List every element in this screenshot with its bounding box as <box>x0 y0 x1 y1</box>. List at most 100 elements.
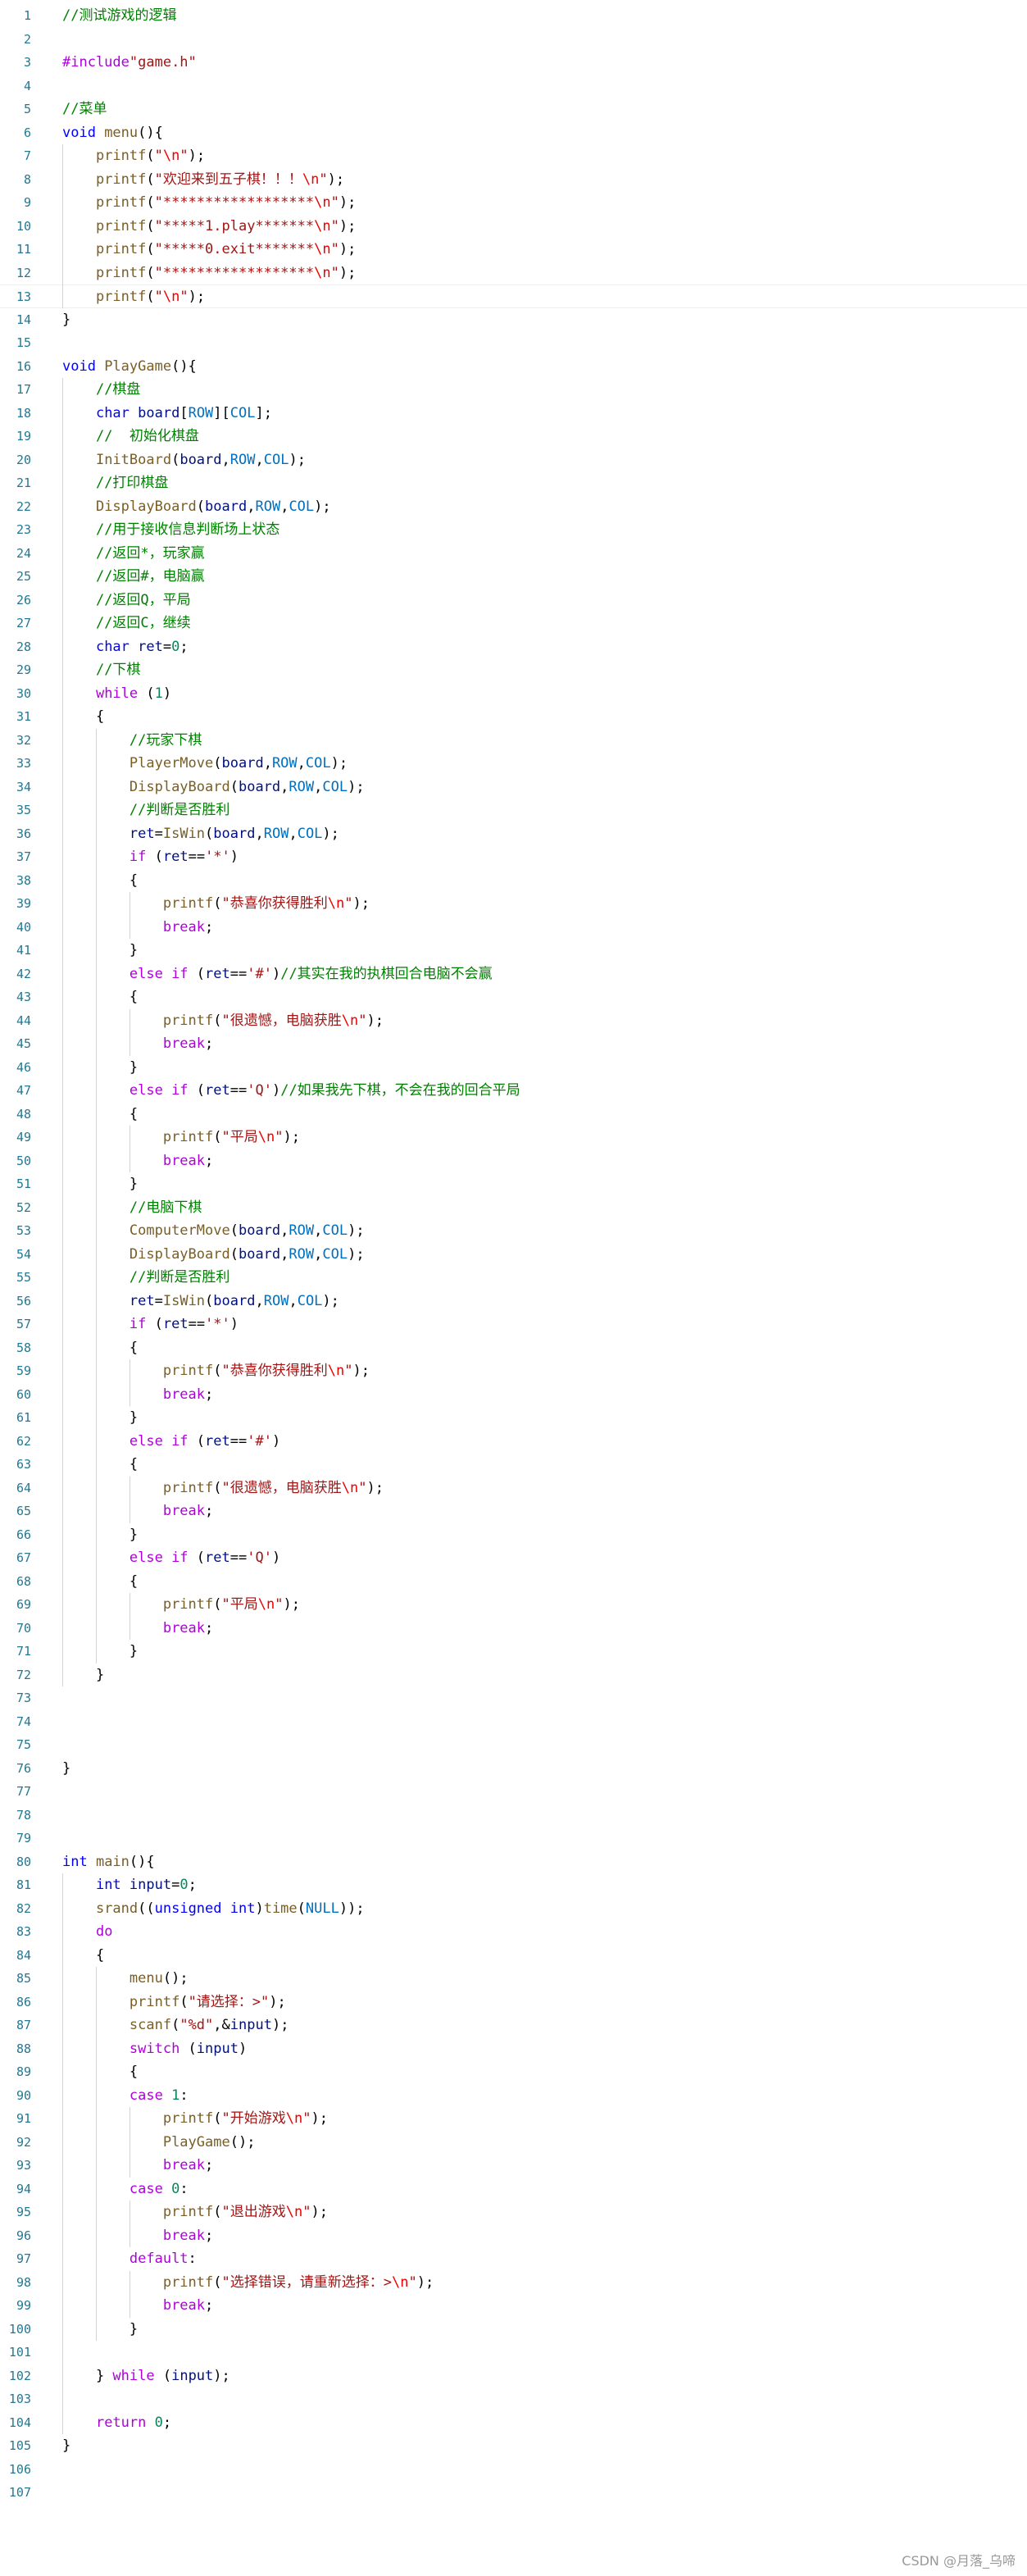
code-line[interactable]: 55 //判断是否胜利 <box>0 1266 1027 1290</box>
code-line[interactable]: 101 <box>0 2341 1027 2364</box>
code-line[interactable]: 13 printf("\n"); <box>0 284 1027 308</box>
code-line[interactable]: 36 ret=IsWin(board,ROW,COL); <box>0 822 1027 846</box>
code-line[interactable]: 74 <box>0 1710 1027 1734</box>
code-line[interactable]: 20 InitBoard(board,ROW,COL); <box>0 448 1027 472</box>
code-line[interactable]: 39 printf("恭喜你获得胜利\n"); <box>0 892 1027 916</box>
code-line[interactable]: 5 //菜单 <box>0 98 1027 121</box>
code-line[interactable]: 59 printf("恭喜你获得胜利\n"); <box>0 1359 1027 1383</box>
code-line[interactable]: 76} <box>0 1757 1027 1781</box>
code-line[interactable]: 60 break; <box>0 1383 1027 1407</box>
code-line[interactable]: 19 // 初始化棋盘 <box>0 425 1027 448</box>
code-line[interactable]: 26 //返回Q，平局 <box>0 589 1027 612</box>
code-line[interactable]: 97 default: <box>0 2247 1027 2271</box>
code-line[interactable]: 27 //返回C，继续 <box>0 612 1027 635</box>
code-line[interactable]: 16 void PlayGame(){ <box>0 355 1027 379</box>
code-line[interactable]: 104 return 0; <box>0 2411 1027 2435</box>
code-line[interactable]: 6 void menu(){ <box>0 121 1027 145</box>
code-line[interactable]: 28 char ret=0; <box>0 635 1027 659</box>
code-line[interactable]: 51 } <box>0 1172 1027 1196</box>
code-line[interactable]: 43 { <box>0 985 1027 1009</box>
code-line[interactable]: 32 //玩家下棋 <box>0 729 1027 753</box>
code-line[interactable]: 105} <box>0 2434 1027 2458</box>
code-line[interactable]: 95 printf("退出游戏\n"); <box>0 2201 1027 2224</box>
code-line[interactable]: 8 printf("欢迎来到五子棋！！！\n"); <box>0 168 1027 192</box>
code-line[interactable]: 9 printf("******************\n"); <box>0 191 1027 215</box>
code-line[interactable]: 70 break; <box>0 1617 1027 1641</box>
code-line[interactable]: 45 break; <box>0 1032 1027 1056</box>
code-editor[interactable]: 1//测试游戏的逻辑 2 3 #include"game.h" 4 5//菜单 6 void … <box>0 0 1027 2576</box>
code-line[interactable]: 67 else if (ret=='Q') <box>0 1546 1027 1570</box>
code-line[interactable]: 106 <box>0 2458 1027 2482</box>
code-line[interactable]: 78 <box>0 1804 1027 1827</box>
code-line[interactable]: 3 #include"game.h" <box>0 51 1027 75</box>
code-line[interactable]: 53 ComputerMove(board,ROW,COL); <box>0 1219 1027 1243</box>
code-line[interactable]: 18 char board[ROW][COL]; <box>0 402 1027 426</box>
code-line[interactable]: 29 //下棋 <box>0 658 1027 682</box>
code-line[interactable]: 86 printf("请选择：>"); <box>0 1991 1027 2014</box>
code-line[interactable]: 25 //返回#，电脑赢 <box>0 565 1027 589</box>
code-line[interactable]: 50 break; <box>0 1149 1027 1173</box>
code-line[interactable]: 93 break; <box>0 2154 1027 2178</box>
code-line[interactable]: 96 break; <box>0 2224 1027 2248</box>
code-line[interactable]: 107 <box>0 2481 1027 2505</box>
code-line[interactable]: 40 break; <box>0 916 1027 940</box>
code-line[interactable]: 31 { <box>0 705 1027 729</box>
code-line[interactable]: 87 scanf("%d",&input); <box>0 2014 1027 2037</box>
code-line[interactable]: 103 <box>0 2387 1027 2411</box>
code-line[interactable]: 89 { <box>0 2060 1027 2084</box>
code-line[interactable]: 90 case 1: <box>0 2084 1027 2108</box>
code-line[interactable]: 38 { <box>0 869 1027 893</box>
code-line[interactable]: 48 { <box>0 1103 1027 1126</box>
code-line[interactable]: 14} <box>0 308 1027 332</box>
code-line[interactable]: 1 //测试游戏的逻辑 <box>0 4 1027 28</box>
code-line[interactable]: 46 } <box>0 1056 1027 1080</box>
code-line[interactable]: 92 PlayGame(); <box>0 2131 1027 2155</box>
code-line[interactable]: 71 } <box>0 1640 1027 1663</box>
code-line[interactable]: 24 //返回*，玩家赢 <box>0 542 1027 566</box>
code-line[interactable]: 57 if (ret=='*') <box>0 1313 1027 1336</box>
code-line[interactable]: 10 printf("*****1.play*******\n"); <box>0 215 1027 239</box>
code-line[interactable]: 4 <box>0 75 1027 98</box>
code-line[interactable]: 30 while (1) <box>0 682 1027 706</box>
code-line[interactable]: 44 printf("很遗憾，电脑获胜\n"); <box>0 1009 1027 1033</box>
code-line[interactable]: 94 case 0: <box>0 2178 1027 2201</box>
code-line[interactable]: 82 srand((unsigned int)time(NULL)); <box>0 1897 1027 1921</box>
code-line[interactable]: 80 int main(){ <box>0 1850 1027 1874</box>
code-line[interactable]: 83 do <box>0 1920 1027 1944</box>
code-line[interactable]: 91 printf("开始游戏\n"); <box>0 2107 1027 2131</box>
code-line[interactable]: 72 } <box>0 1663 1027 1687</box>
code-line[interactable]: 65 break; <box>0 1500 1027 1523</box>
code-line[interactable]: 98 printf("选择错误，请重新选择：>\n"); <box>0 2271 1027 2295</box>
code-line[interactable]: 2 <box>0 28 1027 52</box>
code-line[interactable]: 47 else if (ret=='Q')//如果我先下棋，不会在我的回合平局 <box>0 1079 1027 1103</box>
code-line[interactable]: 56 ret=IsWin(board,ROW,COL); <box>0 1290 1027 1313</box>
code-line[interactable]: 11 printf("*****0.exit*******\n"); <box>0 238 1027 262</box>
code-line[interactable]: 58 { <box>0 1336 1027 1360</box>
code-line[interactable]: 41 } <box>0 939 1027 963</box>
code-line[interactable]: 63 { <box>0 1453 1027 1477</box>
code-line[interactable]: 81 int input=0; <box>0 1873 1027 1897</box>
code-line[interactable]: 88 switch (input) <box>0 2037 1027 2061</box>
code-line[interactable]: 54 DisplayBoard(board,ROW,COL); <box>0 1243 1027 1267</box>
code-line[interactable]: 21 //打印棋盘 <box>0 471 1027 495</box>
code-line[interactable]: 7 printf("\n"); <box>0 144 1027 168</box>
code-line[interactable]: 61 } <box>0 1406 1027 1430</box>
code-line[interactable]: 22 DisplayBoard(board,ROW,COL); <box>0 495 1027 519</box>
code-line[interactable]: 68 { <box>0 1570 1027 1594</box>
code-line[interactable]: 84 { <box>0 1944 1027 1968</box>
code-line[interactable]: 49 printf("平局\n"); <box>0 1126 1027 1149</box>
code-line[interactable]: 33 PlayerMove(board,ROW,COL); <box>0 752 1027 776</box>
code-line[interactable]: 42 else if (ret=='#')//其实在我的执棋回合电脑不会赢 <box>0 963 1027 986</box>
code-line[interactable]: 100 } <box>0 2318 1027 2342</box>
code-line[interactable]: 73 <box>0 1686 1027 1710</box>
code-line[interactable]: 64 printf("很遗憾，电脑获胜\n"); <box>0 1477 1027 1500</box>
code-line[interactable]: 77 <box>0 1780 1027 1804</box>
code-line[interactable]: 102 } while (input); <box>0 2364 1027 2388</box>
code-line[interactable]: 52 //电脑下棋 <box>0 1196 1027 1220</box>
code-line[interactable]: 12 printf("******************\n"); <box>0 262 1027 285</box>
code-line[interactable]: 34 DisplayBoard(board,ROW,COL); <box>0 776 1027 799</box>
code-line[interactable]: 17 //棋盘 <box>0 378 1027 402</box>
code-line[interactable]: 37 if (ret=='*') <box>0 845 1027 869</box>
code-line[interactable]: 75 <box>0 1733 1027 1757</box>
code-line[interactable]: 35 //判断是否胜利 <box>0 799 1027 822</box>
